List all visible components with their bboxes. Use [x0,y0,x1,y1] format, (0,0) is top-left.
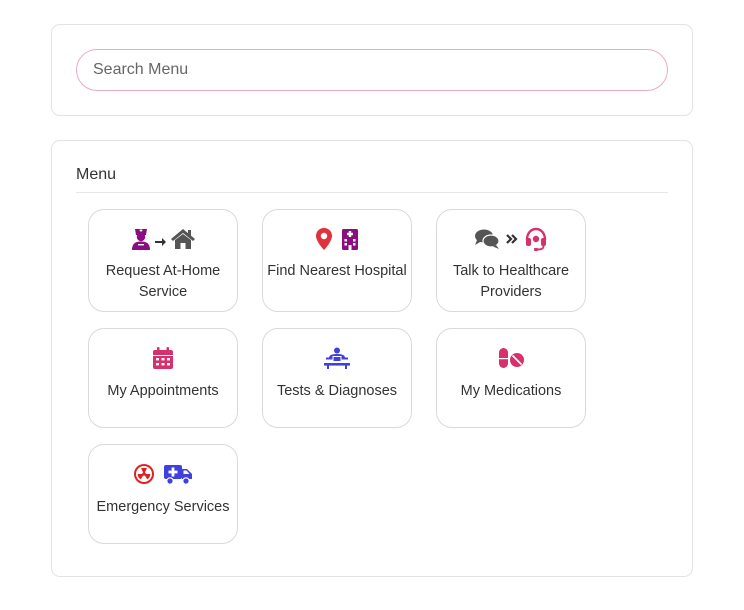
menu-item-label: Emergency Services [96,499,230,515]
tile-icons [437,226,585,252]
menu-item-my-medications[interactable]: My Medications [436,328,586,428]
headset-icon [524,227,548,251]
tile-icons [263,226,411,252]
tile-icons [89,461,237,487]
tile-icons [89,226,237,252]
arrow-right-icon [154,237,166,247]
menu-item-label: My Medications [460,383,562,399]
pills-icon [497,347,525,369]
menu-item-label: Request At-Home Service [105,263,221,300]
double-chevron-right-icon [506,233,518,245]
tile-icons [437,345,585,371]
home-icon [170,228,196,250]
menu-item-my-appointments[interactable]: My Appointments [88,328,238,428]
search-input[interactable] [76,49,668,91]
menu-item-label: My Appointments [107,383,219,399]
hospital-building-icon [341,228,359,250]
menu-item-label: Find Nearest Hospital [267,263,407,279]
menu-item-find-nearest-hospital[interactable]: Find Nearest Hospital [262,209,412,312]
chat-bubbles-icon [474,228,500,250]
map-pin-icon [315,227,333,251]
radiation-icon [133,463,155,485]
nurse-icon [131,227,151,251]
menu-item-talk-to-healthcare-providers[interactable]: Talk to Healthcare Providers [436,209,586,312]
search-card [51,24,693,116]
menu-item-tests-diagnoses[interactable]: Tests & Diagnoses [262,328,412,428]
ambulance-icon [163,463,193,485]
menu-item-label: Talk to Healthcare Providers [452,263,570,300]
menu-item-emergency-services[interactable]: Emergency Services [88,444,238,544]
menu-item-request-at-home-service[interactable]: Request At-Home Service [88,209,238,312]
menu-title: Menu [76,166,117,183]
menu-card: Menu Request At-Home Service Find Neares… [51,140,693,577]
tile-icons [89,345,237,371]
menu-divider [76,192,668,193]
x-ray-scan-icon [323,347,351,369]
menu-item-label: Tests & Diagnoses [276,383,398,399]
calendar-icon [153,347,173,369]
tile-icons [263,345,411,371]
